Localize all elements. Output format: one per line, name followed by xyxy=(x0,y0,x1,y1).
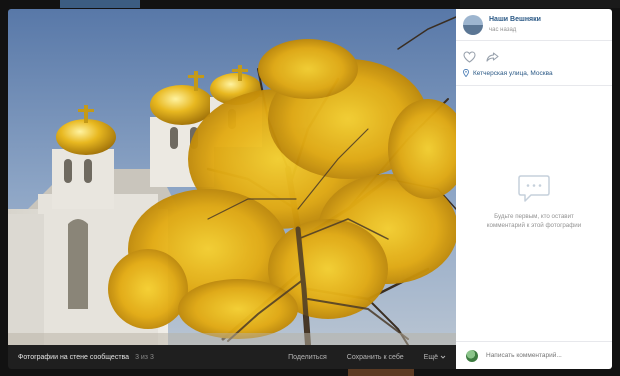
photo[interactable] xyxy=(8,9,456,345)
author-header: Наши Вешняки час назад xyxy=(456,9,612,41)
author-info: Наши Вешняки час назад xyxy=(489,15,541,35)
share-link[interactable]: Поделиться xyxy=(288,354,327,361)
location-text: Кетчерская улица, Москва xyxy=(473,69,553,77)
location-link[interactable]: Кетчерская улица, Москва xyxy=(463,69,553,77)
photo-viewer: Фотографии на стене сообщества 3 из 3 По… xyxy=(8,9,612,369)
photo-info-panel: Наши Вешняки час назад Кетчерская улица,… xyxy=(456,9,612,369)
author-name[interactable]: Наши Вешняки xyxy=(489,15,541,25)
chevron-down-icon xyxy=(440,355,446,359)
panel-divider xyxy=(456,85,612,86)
speech-bubble-icon xyxy=(518,175,550,202)
church-autumn-photo xyxy=(8,9,456,345)
photo-bottom-bar: Фотографии на стене сообщества 3 из 3 По… xyxy=(8,345,456,369)
more-menu-button[interactable]: Ещё xyxy=(424,354,446,361)
more-label: Ещё xyxy=(423,353,438,361)
background-right-fragment xyxy=(460,0,620,8)
user-avatar xyxy=(466,349,478,362)
comment-input[interactable] xyxy=(486,352,596,359)
post-time[interactable]: час назад xyxy=(489,25,541,35)
comment-composer xyxy=(456,341,612,369)
album-title[interactable]: Фотографии на стене сообщества xyxy=(18,354,129,361)
background-thumbnail-fragment xyxy=(348,368,414,376)
share-arrow-icon[interactable] xyxy=(486,51,499,63)
empty-comments-text: Будьте первым, кто оставит комментарий к… xyxy=(486,213,582,229)
community-avatar[interactable] xyxy=(463,14,483,35)
reactions-row xyxy=(463,51,499,63)
photo-counter: 3 из 3 xyxy=(135,353,154,361)
background-header-fragment xyxy=(60,0,140,8)
empty-comments: Будьте первым, кто оставит комментарий к… xyxy=(456,174,612,230)
photo-actions: Поделиться Сохранить к себе Ещё xyxy=(268,354,446,361)
save-to-self-link[interactable]: Сохранить к себе xyxy=(347,354,404,361)
heart-icon[interactable] xyxy=(463,51,476,63)
map-pin-icon xyxy=(463,69,469,77)
